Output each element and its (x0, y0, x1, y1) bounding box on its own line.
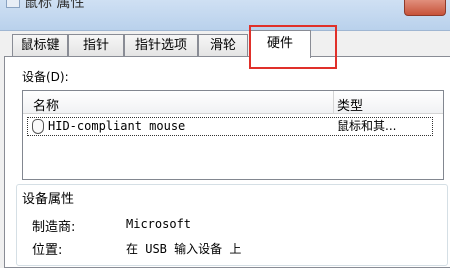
column-separator (333, 91, 334, 113)
table-row[interactable]: HID-compliant mouse 鼠标和其... (27, 117, 433, 136)
window-title: 鼠标 属性 (24, 0, 85, 11)
location-value: 在 USB 输入设备 上 (126, 242, 242, 256)
tab-wheel[interactable]: 滑轮 (198, 34, 248, 56)
mouse-icon (32, 119, 44, 134)
location-label: 位置: (32, 243, 63, 258)
device-type: 鼠标和其... (337, 119, 397, 133)
device-list[interactable]: 名称 类型 HID-compliant mouse 鼠标和其... (22, 90, 444, 180)
list-header: 名称 类型 (23, 91, 443, 114)
tab-pointers[interactable]: 指针 (68, 34, 124, 56)
highlight-annotation (249, 25, 337, 69)
manufacturer-label: 制造商: (32, 220, 76, 235)
devices-label: 设备(D): (22, 70, 69, 84)
title-bar: 鼠标 属性 (0, 0, 450, 31)
tab-strip: 鼠标键 指针 指针选项 滑轮 硬件 (0, 30, 450, 58)
manufacturer-value: Microsoft (126, 217, 192, 231)
close-button[interactable] (404, 0, 446, 16)
column-header-name[interactable]: 名称 (33, 95, 59, 114)
tab-pointer-options[interactable]: 指针选项 (124, 34, 198, 56)
tab-buttons[interactable]: 鼠标键 (12, 34, 68, 56)
column-header-type[interactable]: 类型 (337, 95, 363, 114)
device-properties-title: 设备属性 (20, 188, 77, 207)
mouse-app-icon (6, 0, 20, 8)
device-name: HID-compliant mouse (48, 119, 186, 133)
